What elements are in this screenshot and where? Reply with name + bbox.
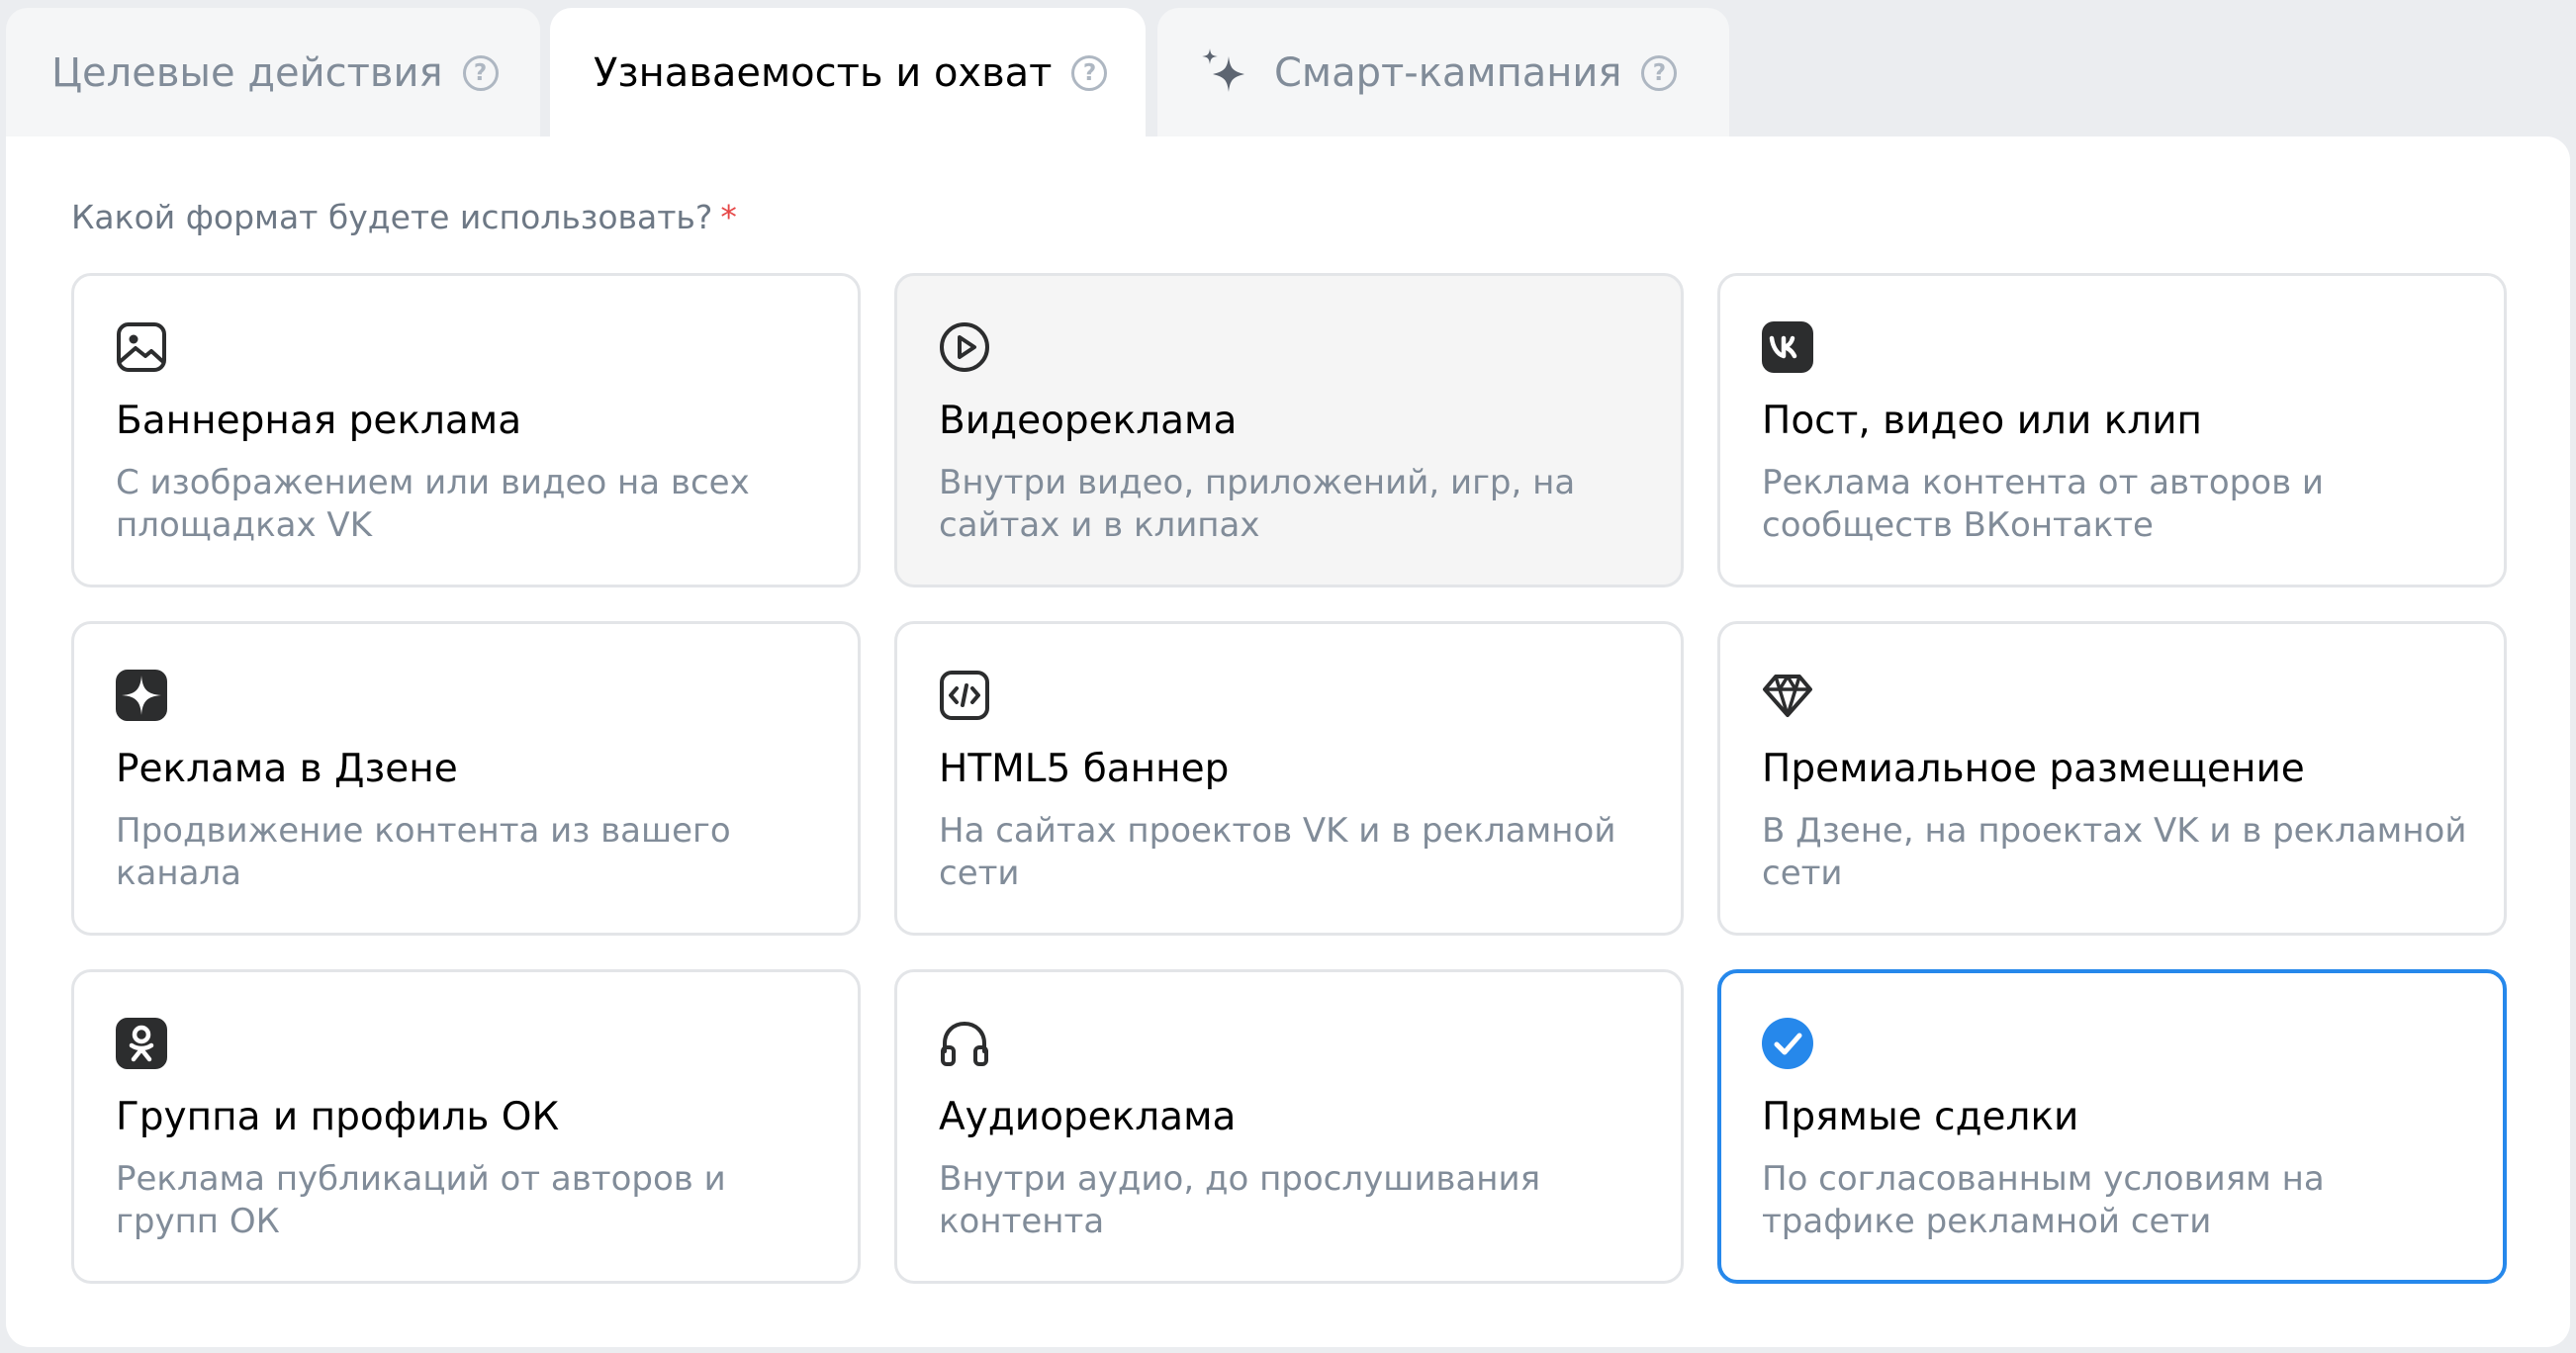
image-icon [114,319,169,375]
tab-target-actions[interactable]: Целевые действия ? [6,8,540,138]
format-card-audio[interactable]: Аудиореклама Внутри аудио, до прослушива… [894,969,1684,1284]
question-text: Какой формат будете использовать? [71,198,713,236]
format-description: По согласованным условиям на трафике рек… [1762,1159,2325,1241]
tab-label: Узнаваемость и охват [594,50,1053,96]
required-mark: * [720,198,737,236]
format-description: С изображением или видео на всех площадк… [116,463,750,545]
help-icon[interactable]: ? [1071,55,1108,91]
tab-bar: Целевые действия ? Узнаваемость и охват … [0,0,2576,138]
format-card-dzen[interactable]: Реклама в Дзене Продвижение контента из … [71,621,861,936]
format-description: Реклама контента от авторов и сообществ … [1762,463,2325,545]
check-circle-icon [1760,1016,1815,1071]
format-title: Видеореклама [939,399,1238,443]
tab-smart-campaign[interactable]: Смарт-кампания ? [1157,8,1729,138]
code-icon [937,668,992,723]
format-description: Внутри аудио, до прослушивания контента [939,1159,1541,1241]
format-panel: Какой формат будете использовать? * Банне… [6,136,2570,1347]
format-card-direct-deals[interactable]: Прямые сделки По согласованным условиям … [1717,969,2507,1284]
dzen-logo-icon [114,668,169,723]
format-title: Премиальное размещение [1762,747,2305,791]
format-title: Аудиореклама [939,1095,1237,1139]
format-card-banner[interactable]: Баннерная реклама С изображением или вид… [71,273,861,587]
headphones-icon [937,1016,992,1071]
format-description: В Дзене, на проектах VK и в рекламной се… [1762,811,2467,893]
format-description: Реклама публикаций от авторов и групп ОК [116,1159,726,1241]
format-description: Продвижение контента из вашего канала [116,811,731,893]
format-title: Пост, видео или клип [1762,399,2203,443]
format-title: Группа и профиль ОК [116,1095,560,1139]
format-description: На сайтах проектов VK и в рекламной сети [939,811,1616,893]
format-title: HTML5 баннер [939,747,1230,791]
format-title: Прямые сделки [1762,1095,2079,1139]
format-title: Баннерная реклама [116,399,522,443]
format-card-html5[interactable]: HTML5 баннер На сайтах проектов VK и в р… [894,621,1684,936]
format-description: Внутри видео, приложений, игр, на сайтах… [939,463,1576,545]
format-card-premium[interactable]: Премиальное размещение В Дзене, на проек… [1717,621,2507,936]
format-title: Реклама в Дзене [116,747,458,791]
format-card-post[interactable]: Пост, видео или клип Реклама контента от… [1717,273,2507,587]
help-icon[interactable]: ? [462,55,499,91]
play-circle-icon [937,319,992,375]
tab-label: Смарт-кампания [1274,50,1622,96]
help-icon[interactable]: ? [1641,55,1678,91]
tab-awareness-reach[interactable]: Узнаваемость и охват ? [550,8,1146,138]
tab-label: Целевые действия [51,50,443,96]
format-question: Какой формат будете использовать? * [71,198,737,236]
format-card-ok[interactable]: Группа и профиль ОК Реклама публикаций о… [71,969,861,1284]
ok-logo-icon [114,1016,169,1071]
vk-logo-icon [1760,319,1815,375]
sparkle-icon [1202,48,1244,92]
format-card-video[interactable]: Видеореклама Внутри видео, приложений, и… [894,273,1684,587]
diamond-icon [1760,668,1815,723]
